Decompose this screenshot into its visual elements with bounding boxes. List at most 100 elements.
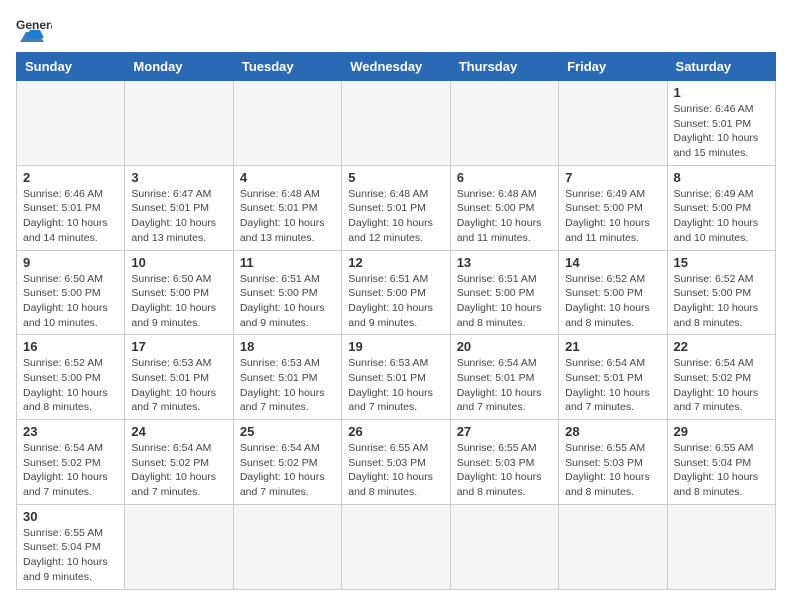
calendar-cell	[233, 504, 341, 589]
calendar-cell: 25 Sunrise: 6:54 AM Sunset: 5:02 PM Dayli…	[233, 420, 341, 505]
calendar-cell: 3 Sunrise: 6:47 AM Sunset: 5:01 PM Daylig…	[125, 165, 233, 250]
calendar-cell: 20 Sunrise: 6:54 AM Sunset: 5:01 PM Dayli…	[450, 335, 558, 420]
day-info: Sunrise: 6:54 AM Sunset: 5:02 PM Dayligh…	[240, 441, 335, 500]
day-number: 1	[674, 85, 769, 100]
day-number: 20	[457, 339, 552, 354]
day-info: Sunrise: 6:54 AM Sunset: 5:01 PM Dayligh…	[565, 356, 660, 415]
calendar-cell	[450, 81, 558, 166]
day-number: 29	[674, 424, 769, 439]
day-info: Sunrise: 6:52 AM Sunset: 5:00 PM Dayligh…	[23, 356, 118, 415]
calendar-cell: 13 Sunrise: 6:51 AM Sunset: 5:00 PM Dayli…	[450, 250, 558, 335]
calendar-week-row: 9Sunrise: 6:50 AM Sunset: 5:00 PM Daylig…	[17, 250, 776, 335]
calendar-week-row: 30 Sunrise: 6:55 AM Sunset: 5:04 PM Dayli…	[17, 504, 776, 589]
calendar-cell	[559, 81, 667, 166]
calendar-cell: 4Sunrise: 6:48 AM Sunset: 5:01 PM Daylig…	[233, 165, 341, 250]
day-number: 21	[565, 339, 660, 354]
svg-text:General: General	[16, 18, 52, 32]
calendar-cell: 21 Sunrise: 6:54 AM Sunset: 5:01 PM Dayli…	[559, 335, 667, 420]
day-info: Sunrise: 6:49 AM Sunset: 5:00 PM Dayligh…	[674, 187, 769, 246]
day-info: Sunrise: 6:54 AM Sunset: 5:01 PM Dayligh…	[457, 356, 552, 415]
col-header-saturday: Saturday	[667, 53, 775, 81]
calendar-cell: 22 Sunrise: 6:54 AM Sunset: 5:02 PM Dayli…	[667, 335, 775, 420]
day-info: Sunrise: 6:52 AM Sunset: 5:00 PM Dayligh…	[565, 272, 660, 331]
calendar-cell: 26Sunrise: 6:55 AM Sunset: 5:03 PM Dayli…	[342, 420, 450, 505]
day-info: Sunrise: 6:55 AM Sunset: 5:03 PM Dayligh…	[565, 441, 660, 500]
day-number: 5	[348, 170, 443, 185]
calendar-cell	[17, 81, 125, 166]
day-number: 15	[674, 255, 769, 270]
day-number: 12	[348, 255, 443, 270]
day-number: 25	[240, 424, 335, 439]
day-info: Sunrise: 6:49 AM Sunset: 5:00 PM Dayligh…	[565, 187, 660, 246]
day-info: Sunrise: 6:48 AM Sunset: 5:00 PM Dayligh…	[457, 187, 552, 246]
calendar-cell	[342, 81, 450, 166]
day-number: 3	[131, 170, 226, 185]
day-number: 17	[131, 339, 226, 354]
logo-icon: General	[16, 16, 52, 44]
calendar-cell: 16 Sunrise: 6:52 AM Sunset: 5:00 PM Dayli…	[17, 335, 125, 420]
day-number: 11	[240, 255, 335, 270]
day-number: 16	[23, 339, 118, 354]
header: General	[16, 16, 776, 44]
calendar-cell: 24 Sunrise: 6:54 AM Sunset: 5:02 PM Dayli…	[125, 420, 233, 505]
day-info: Sunrise: 6:48 AM Sunset: 5:01 PM Dayligh…	[348, 187, 443, 246]
day-number: 30	[23, 509, 118, 524]
day-number: 8	[674, 170, 769, 185]
day-number: 18	[240, 339, 335, 354]
calendar-cell: 10Sunrise: 6:50 AM Sunset: 5:00 PM Dayli…	[125, 250, 233, 335]
day-info: Sunrise: 6:51 AM Sunset: 5:00 PM Dayligh…	[240, 272, 335, 331]
day-number: 24	[131, 424, 226, 439]
day-number: 26	[348, 424, 443, 439]
calendar-cell: 19Sunrise: 6:53 AM Sunset: 5:01 PM Dayli…	[342, 335, 450, 420]
calendar-week-row: 2 Sunrise: 6:46 AM Sunset: 5:01 PM Daylig…	[17, 165, 776, 250]
calendar-cell: 6 Sunrise: 6:48 AM Sunset: 5:00 PM Daylig…	[450, 165, 558, 250]
day-number: 27	[457, 424, 552, 439]
logo: General	[16, 16, 56, 44]
day-info: Sunrise: 6:53 AM Sunset: 5:01 PM Dayligh…	[131, 356, 226, 415]
day-info: Sunrise: 6:50 AM Sunset: 5:00 PM Dayligh…	[23, 272, 118, 331]
day-number: 22	[674, 339, 769, 354]
calendar-table: SundayMondayTuesdayWednesdayThursdayFrid…	[16, 52, 776, 590]
day-info: Sunrise: 6:54 AM Sunset: 5:02 PM Dayligh…	[674, 356, 769, 415]
day-number: 6	[457, 170, 552, 185]
calendar-cell: 12 Sunrise: 6:51 AM Sunset: 5:00 PM Dayli…	[342, 250, 450, 335]
day-number: 2	[23, 170, 118, 185]
day-info: Sunrise: 6:55 AM Sunset: 5:03 PM Dayligh…	[457, 441, 552, 500]
col-header-sunday: Sunday	[17, 53, 125, 81]
calendar-cell: 14 Sunrise: 6:52 AM Sunset: 5:00 PM Dayli…	[559, 250, 667, 335]
col-header-tuesday: Tuesday	[233, 53, 341, 81]
calendar-week-row: 1 Sunrise: 6:46 AM Sunset: 5:01 PM Daylig…	[17, 81, 776, 166]
calendar-cell: 7Sunrise: 6:49 AM Sunset: 5:00 PM Daylig…	[559, 165, 667, 250]
day-number: 28	[565, 424, 660, 439]
calendar-cell: 23Sunrise: 6:54 AM Sunset: 5:02 PM Dayli…	[17, 420, 125, 505]
calendar-cell: 5 Sunrise: 6:48 AM Sunset: 5:01 PM Daylig…	[342, 165, 450, 250]
day-info: Sunrise: 6:51 AM Sunset: 5:00 PM Dayligh…	[348, 272, 443, 331]
day-info: Sunrise: 6:51 AM Sunset: 5:00 PM Dayligh…	[457, 272, 552, 331]
col-header-friday: Friday	[559, 53, 667, 81]
day-info: Sunrise: 6:46 AM Sunset: 5:01 PM Dayligh…	[23, 187, 118, 246]
calendar-cell: 9Sunrise: 6:50 AM Sunset: 5:00 PM Daylig…	[17, 250, 125, 335]
day-number: 19	[348, 339, 443, 354]
col-header-monday: Monday	[125, 53, 233, 81]
col-header-wednesday: Wednesday	[342, 53, 450, 81]
day-number: 14	[565, 255, 660, 270]
day-info: Sunrise: 6:48 AM Sunset: 5:01 PM Dayligh…	[240, 187, 335, 246]
day-number: 13	[457, 255, 552, 270]
calendar-cell: 17 Sunrise: 6:53 AM Sunset: 5:01 PM Dayli…	[125, 335, 233, 420]
day-info: Sunrise: 6:46 AM Sunset: 5:01 PM Dayligh…	[674, 102, 769, 161]
day-info: Sunrise: 6:54 AM Sunset: 5:02 PM Dayligh…	[23, 441, 118, 500]
calendar-cell: 2 Sunrise: 6:46 AM Sunset: 5:01 PM Daylig…	[17, 165, 125, 250]
day-info: Sunrise: 6:54 AM Sunset: 5:02 PM Dayligh…	[131, 441, 226, 500]
calendar-cell: 27 Sunrise: 6:55 AM Sunset: 5:03 PM Dayli…	[450, 420, 558, 505]
calendar-cell	[125, 81, 233, 166]
calendar-cell: 29 Sunrise: 6:55 AM Sunset: 5:04 PM Dayli…	[667, 420, 775, 505]
day-info: Sunrise: 6:55 AM Sunset: 5:04 PM Dayligh…	[23, 526, 118, 585]
calendar-cell	[450, 504, 558, 589]
calendar-cell: 11 Sunrise: 6:51 AM Sunset: 5:00 PM Dayli…	[233, 250, 341, 335]
calendar-cell: 15Sunrise: 6:52 AM Sunset: 5:00 PM Dayli…	[667, 250, 775, 335]
day-info: Sunrise: 6:50 AM Sunset: 5:00 PM Dayligh…	[131, 272, 226, 331]
calendar-cell	[667, 504, 775, 589]
calendar-week-row: 16 Sunrise: 6:52 AM Sunset: 5:00 PM Dayli…	[17, 335, 776, 420]
day-info: Sunrise: 6:55 AM Sunset: 5:04 PM Dayligh…	[674, 441, 769, 500]
day-info: Sunrise: 6:47 AM Sunset: 5:01 PM Dayligh…	[131, 187, 226, 246]
